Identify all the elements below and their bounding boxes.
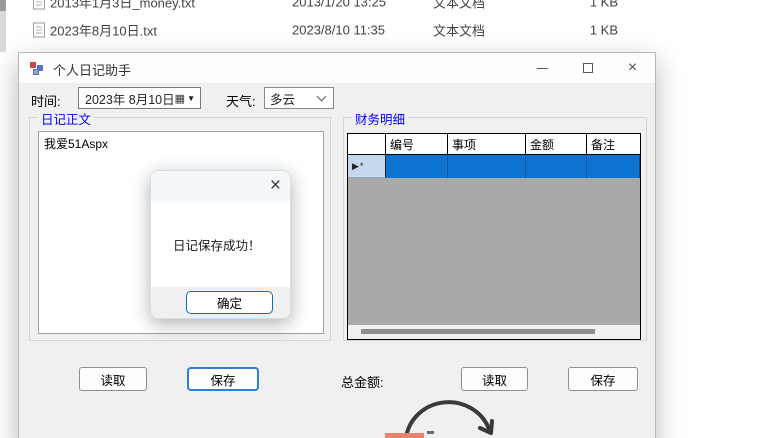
scrollbar-thumb[interactable]: [361, 329, 595, 334]
messagebox-text: 日记保存成功！: [173, 239, 261, 253]
column-header[interactable]: 事项: [448, 134, 526, 155]
close-button[interactable]: ×: [610, 53, 655, 83]
close-icon: ×: [627, 59, 638, 76]
date-value[interactable]: 2023年 8月10日: [79, 89, 175, 108]
text-file-icon: [33, 22, 45, 38]
weather-value: 多云: [270, 92, 296, 107]
minimize-icon: [537, 67, 548, 69]
time-label: 时间:: [31, 94, 61, 109]
file-modified: 2013/1/20 13:25: [292, 0, 386, 10]
finance-read-button[interactable]: 读取: [461, 367, 528, 391]
file-name[interactable]: 2023年8月10日.txt: [50, 21, 157, 40]
app-icon: [30, 61, 45, 76]
diary-assistant-window: 个人日记助手 × 时间: 2023年 8月10日 ▦ ▼ 天气: 多云 日记正文…: [18, 52, 656, 438]
grid-new-row[interactable]: ▶*: [348, 155, 640, 178]
grid-corner-cell[interactable]: [348, 134, 386, 155]
file-type: 文本文档: [433, 0, 486, 11]
finance-datagrid[interactable]: 编号 事项 金额 备注 ▶*: [347, 133, 641, 340]
file-modified: 2023/8/10 11:35: [292, 22, 386, 38]
file-name[interactable]: 2013年1月3日_money.txt: [50, 0, 195, 12]
grid-cell[interactable]: [526, 155, 587, 178]
finance-save-button[interactable]: 保存: [568, 367, 638, 391]
close-icon[interactable]: ×: [270, 175, 281, 198]
file-size: 1 KB: [589, 22, 618, 38]
diary-save-button[interactable]: 保存: [187, 367, 259, 391]
logo-mark: [427, 431, 434, 434]
new-row-indicator-icon[interactable]: ▶*: [348, 155, 386, 178]
screen: 2013年1月3日_money.txt 2013/1/20 13:25 文本文档…: [0, 0, 757, 438]
calendar-icon: ▦: [174, 92, 186, 105]
messagebox-titlebar[interactable]: ×: [151, 171, 290, 202]
file-type: 文本文档: [433, 23, 486, 39]
save-success-messagebox: × 日记保存成功！ 确定: [150, 170, 291, 319]
maximize-icon: [582, 63, 593, 73]
messagebox-footer: 确定: [151, 287, 290, 318]
minimize-button[interactable]: [520, 53, 565, 83]
grid-cell[interactable]: [448, 155, 526, 178]
finance-groupbox: 财务明细 编号 事项 金额 备注 ▶*: [343, 109, 647, 341]
ok-button[interactable]: 确定: [186, 291, 273, 314]
finance-group-label: 财务明细: [352, 109, 409, 128]
grid-cell[interactable]: [587, 155, 640, 178]
file-size: 1 KB: [589, 0, 618, 10]
grid-cell[interactable]: [386, 155, 448, 178]
grid-background: [348, 178, 640, 325]
total-amount-label: 总金额:: [341, 375, 384, 390]
window-titlebar[interactable]: 个人日记助手 ×: [19, 53, 655, 83]
grid-header-row: 编号 事项 金额 备注: [348, 134, 640, 155]
column-header[interactable]: 编号: [386, 134, 448, 155]
diary-read-button[interactable]: 读取: [79, 367, 147, 391]
dropdown-arrow-icon[interactable]: ▼: [187, 94, 195, 103]
weather-label: 天气:: [226, 94, 256, 109]
diary-group-label: 日记正文: [38, 109, 95, 128]
weather-combobox[interactable]: 多云: [264, 87, 334, 109]
messagebox-body: 日记保存成功！: [151, 202, 290, 287]
text-file-icon: [33, 0, 45, 10]
column-header[interactable]: 金额: [526, 134, 587, 155]
circular-arrow-icon: [404, 400, 494, 438]
date-picker[interactable]: 2023年 8月10日 ▦ ▼: [78, 87, 201, 109]
file-row-diary[interactable]: 2023年8月10日.txt 2023/8/10 11:35 文本文档 1 KB: [0, 15, 757, 45]
grid-horizontal-scrollbar[interactable]: [348, 325, 640, 339]
maximize-button[interactable]: [565, 53, 610, 83]
window-title: 个人日记助手: [53, 63, 132, 78]
logo-red-bar: [385, 433, 424, 438]
column-header[interactable]: 备注: [587, 134, 640, 155]
chevron-down-icon[interactable]: [316, 91, 327, 102]
